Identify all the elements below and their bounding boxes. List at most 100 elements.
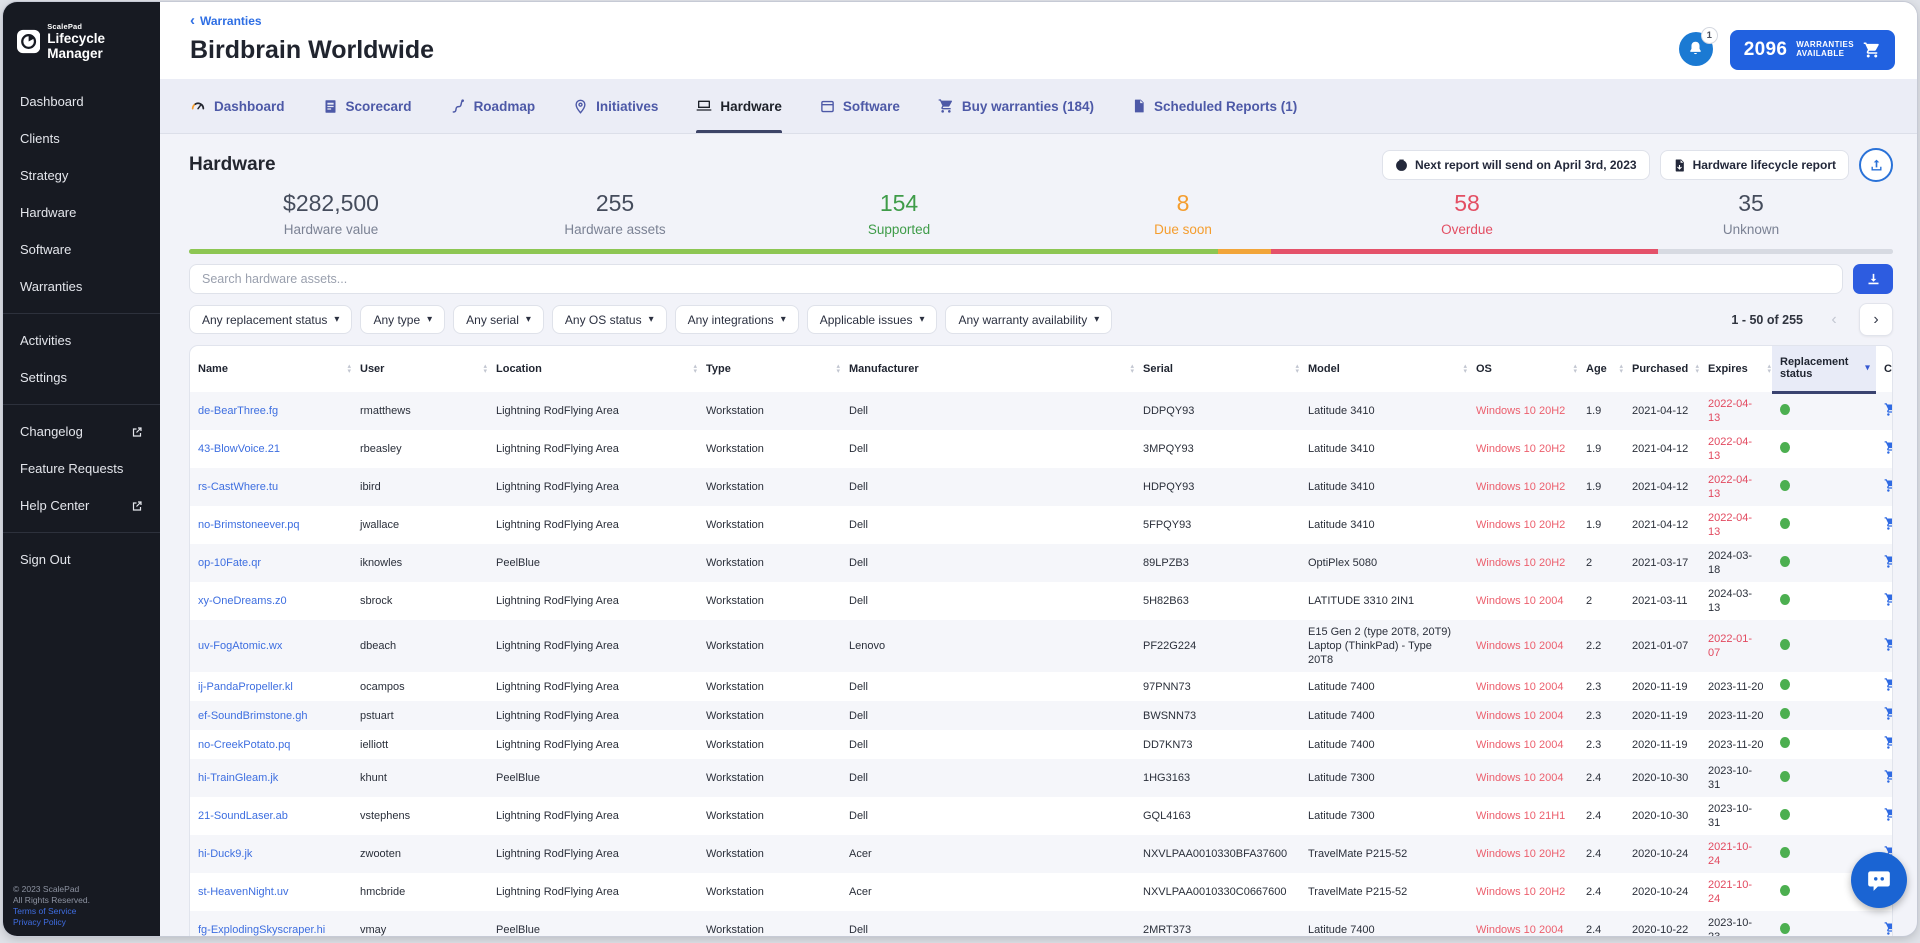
cell-serial: HDPQY93 <box>1143 481 1195 493</box>
chevron-down-icon: ▾ <box>525 314 531 325</box>
table-row[interactable]: hi-TrainGleam.jk khunt PeelBlue Workstat… <box>190 759 1892 797</box>
filter-type[interactable]: Any type ▾ <box>360 305 446 334</box>
table-row[interactable]: hi-Duck9.jk zwooten Lightning RodFlying … <box>190 835 1892 873</box>
add-to-cart-icon[interactable] <box>1884 478 1892 493</box>
sidebar-item-software[interactable]: Software <box>3 231 160 268</box>
add-to-cart-icon[interactable] <box>1884 402 1892 417</box>
tab-scheduled-reports[interactable]: Scheduled Reports (1) <box>1132 79 1297 133</box>
chat-support-button[interactable] <box>1851 852 1907 908</box>
column-header-age[interactable]: Age ▴ ▾ <box>1578 346 1624 392</box>
column-header-cart[interactable]: Cart▴▾ <box>1876 346 1892 392</box>
warranties-available-button[interactable]: 2096 WARRANTIES AVAILABLE <box>1729 29 1895 70</box>
sidebar-item-help-center[interactable]: Help Center <box>3 487 160 524</box>
column-header-replacement-status[interactable]: Replacement status ▾ <box>1772 346 1876 394</box>
asset-name-link[interactable]: ef-SoundBrimstone.gh <box>198 710 307 722</box>
add-to-cart-icon[interactable] <box>1884 637 1892 652</box>
add-to-cart-icon[interactable] <box>1884 677 1892 692</box>
table-row[interactable]: xy-OneDreams.z0 sbrock Lightning RodFlyi… <box>190 582 1892 620</box>
tab-buy-warranties[interactable]: Buy warranties (184) <box>938 79 1094 133</box>
filter-os-status[interactable]: Any OS status ▾ <box>551 305 667 334</box>
add-to-cart-icon[interactable] <box>1884 592 1892 607</box>
add-to-cart-icon[interactable] <box>1884 921 1892 936</box>
tab-hardware[interactable]: Hardware <box>696 79 782 133</box>
add-to-cart-icon[interactable] <box>1884 769 1892 784</box>
table-row[interactable]: rs-CastWhere.tu ibird Lightning RodFlyin… <box>190 468 1892 506</box>
add-to-cart-icon[interactable] <box>1884 706 1892 721</box>
table-row[interactable]: 21-SoundLaser.ab vstephens Lightning Rod… <box>190 797 1892 835</box>
asset-name-link[interactable]: 21-SoundLaser.ab <box>198 810 288 822</box>
terms-link[interactable]: Terms of Service <box>13 906 90 917</box>
table-row[interactable]: uv-FogAtomic.wx dbeach Lightning RodFlyi… <box>190 620 1892 672</box>
prev-page-button[interactable]: ‹ <box>1817 303 1851 336</box>
table-row[interactable]: 43-BlowVoice.21 rbeasley Lightning RodFl… <box>190 430 1892 468</box>
asset-name-link[interactable]: ij-PandaPropeller.kl <box>198 681 293 693</box>
add-to-cart-icon[interactable] <box>1884 554 1892 569</box>
next-report-schedule-button[interactable]: Next report will send on April 3rd, 2023 <box>1381 150 1650 180</box>
column-header-name[interactable]: Name ▴ ▾ <box>190 346 352 392</box>
sidebar-item-hardware[interactable]: Hardware <box>3 194 160 231</box>
add-to-cart-icon[interactable] <box>1884 516 1892 531</box>
filter-warranty-availability[interactable]: Any warranty availability ▾ <box>945 305 1113 334</box>
download-csv-button[interactable] <box>1853 264 1893 294</box>
add-to-cart-icon[interactable] <box>1884 807 1892 822</box>
table-row[interactable]: fg-ExplodingSkyscraper.hi vmay PeelBlue … <box>190 911 1892 936</box>
sidebar-item-changelog[interactable]: Changelog <box>3 413 160 450</box>
table-row[interactable]: ij-PandaPropeller.kl ocampos Lightning R… <box>190 672 1892 701</box>
column-header-expires[interactable]: Expires ▴ ▾ <box>1700 346 1772 392</box>
filter-applicable-issues[interactable]: Applicable issues ▾ <box>806 305 938 334</box>
asset-name-link[interactable]: fg-ExplodingSkyscraper.hi <box>198 924 325 936</box>
privacy-link[interactable]: Privacy Policy <box>13 917 90 928</box>
asset-name-link[interactable]: rs-CastWhere.tu <box>198 481 278 493</box>
sort-icon: ▴ ▾ <box>836 363 840 375</box>
column-header-os[interactable]: OS ▴ ▾ <box>1468 346 1578 392</box>
sidebar-item-clients[interactable]: Clients <box>3 120 160 157</box>
filter-integrations[interactable]: Any integrations ▾ <box>674 305 799 334</box>
tab-software[interactable]: Software <box>820 79 900 133</box>
table-row[interactable]: op-10Fate.qr iknowles PeelBlue Workstati… <box>190 544 1892 582</box>
sidebar-item-sign-out[interactable]: Sign Out <box>3 541 160 578</box>
table-row[interactable]: ef-SoundBrimstone.gh pstuart Lightning R… <box>190 701 1892 730</box>
asset-name-link[interactable]: de-BearThree.fg <box>198 405 278 417</box>
add-to-cart-icon[interactable] <box>1884 735 1892 750</box>
column-header-serial[interactable]: Serial ▴ ▾ <box>1135 346 1300 392</box>
asset-name-link[interactable]: uv-FogAtomic.wx <box>198 640 282 652</box>
asset-name-link[interactable]: no-CreekPotato.pq <box>198 739 290 751</box>
column-header-type[interactable]: Type ▴ ▾ <box>698 346 841 392</box>
column-header-location[interactable]: Location ▴ ▾ <box>488 346 698 392</box>
asset-name-link[interactable]: no-Brimstoneever.pq <box>198 519 300 531</box>
sidebar-item-strategy[interactable]: Strategy <box>3 157 160 194</box>
column-header-manufacturer[interactable]: Manufacturer ▴ ▾ <box>841 346 1135 392</box>
asset-name-link[interactable]: op-10Fate.qr <box>198 557 261 569</box>
search-input[interactable] <box>189 264 1843 294</box>
filter-replacement-status[interactable]: Any replacement status ▾ <box>189 305 353 334</box>
hardware-lifecycle-report-button[interactable]: Hardware lifecycle report <box>1659 150 1849 180</box>
table-row[interactable]: st-HeavenNight.uv hmcbride Lightning Rod… <box>190 873 1892 911</box>
asset-name-link[interactable]: hi-Duck9.jk <box>198 848 252 860</box>
asset-name-link[interactable]: xy-OneDreams.z0 <box>198 595 287 607</box>
column-header-purchased[interactable]: Purchased ▴ ▾ <box>1624 346 1700 392</box>
tab-dashboard[interactable]: Dashboard <box>190 79 285 133</box>
sidebar-item-settings[interactable]: Settings <box>3 359 160 396</box>
export-share-button[interactable] <box>1859 148 1893 182</box>
sidebar-item-activities[interactable]: Activities <box>3 322 160 359</box>
asset-name-link[interactable]: 43-BlowVoice.21 <box>198 443 280 455</box>
table-row[interactable]: no-CreekPotato.pq ielliott Lightning Rod… <box>190 730 1892 759</box>
tab-roadmap[interactable]: Roadmap <box>450 79 535 133</box>
asset-name-link[interactable]: hi-TrainGleam.jk <box>198 772 278 784</box>
tab-initiatives[interactable]: Initiatives <box>573 79 658 133</box>
column-header-user[interactable]: User ▴ ▾ <box>352 346 488 392</box>
table-row[interactable]: no-Brimstoneever.pq jwallace Lightning R… <box>190 506 1892 544</box>
notifications-button[interactable]: 1 <box>1678 26 1718 68</box>
sidebar-item-feature-requests[interactable]: Feature Requests <box>3 450 160 487</box>
sidebar-item-warranties[interactable]: Warranties <box>3 268 160 305</box>
add-to-cart-icon[interactable] <box>1884 440 1892 455</box>
next-page-button[interactable]: › <box>1859 303 1893 336</box>
tab-scorecard[interactable]: Scorecard <box>323 79 412 133</box>
table-row[interactable]: de-BearThree.fg rmatthews Lightning RodF… <box>190 392 1892 430</box>
filter-serial[interactable]: Any serial ▾ <box>453 305 544 334</box>
breadcrumb[interactable]: ‹ Warranties <box>190 13 262 28</box>
sidebar-item-dashboard[interactable]: Dashboard <box>3 83 160 120</box>
asset-name-link[interactable]: st-HeavenNight.uv <box>198 886 289 898</box>
cell-manufacturer: Dell <box>849 557 868 569</box>
column-header-model[interactable]: Model ▴ ▾ <box>1300 346 1468 392</box>
